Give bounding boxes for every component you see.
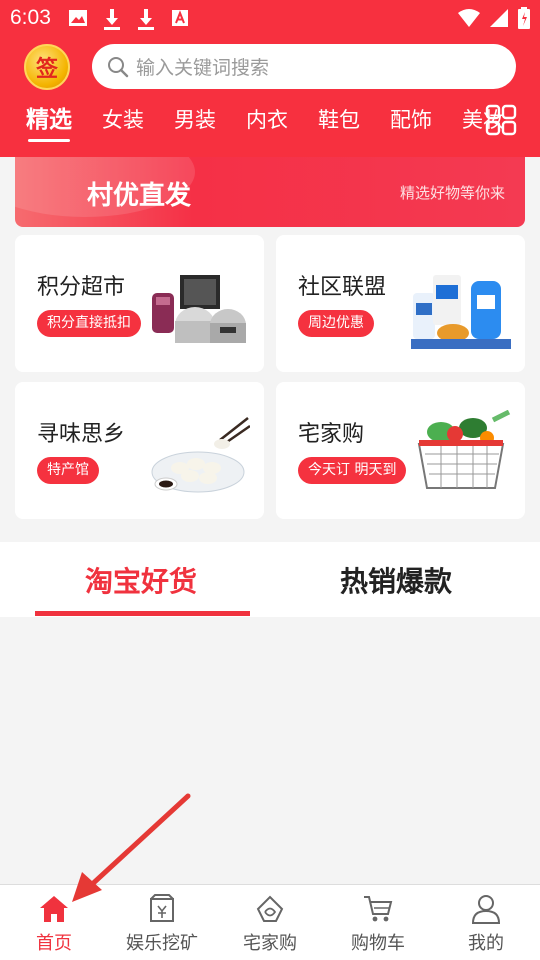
product-tabs: 淘宝好货 热销爆款 [0, 542, 540, 617]
card-tag: 积分直接抵扣 [37, 310, 141, 337]
nav-entertainment-mining[interactable]: 娱乐挖矿 [108, 885, 216, 960]
category-tab-featured[interactable]: 精选 [26, 104, 72, 142]
nav-profile[interactable]: 我的 [432, 885, 540, 960]
card-title: 积分超市 [37, 275, 126, 300]
banner-title: 村优直发 [87, 181, 192, 211]
nav-label: 娱乐挖矿 [126, 933, 198, 954]
nav-home[interactable]: 首页 [0, 885, 108, 960]
nav-stay-home-shopping[interactable]: 宅家购 [216, 885, 324, 960]
cart-icon [364, 896, 393, 922]
card-tag: 特产馆 [37, 457, 99, 484]
search-bar[interactable]: 输入关键词搜索 [92, 44, 516, 89]
nav-cart[interactable]: 购物车 [324, 885, 432, 960]
card-title: 寻味思乡 [37, 422, 126, 447]
category-tab-women[interactable]: 女装 [102, 104, 144, 142]
download-icon [138, 9, 154, 30]
tab-hot-sellers[interactable]: 热销爆款 [340, 560, 452, 600]
search-input[interactable]: 输入关键词搜索 [136, 53, 269, 80]
vegetable-basket-image [417, 410, 511, 489]
grid-menu-icon[interactable] [485, 104, 517, 136]
category-tab-men[interactable]: 男装 [174, 104, 216, 142]
status-notification-icons [68, 8, 190, 30]
nav-label: 宅家购 [243, 933, 297, 954]
nav-label: 购物车 [351, 933, 405, 954]
category-tab-underwear[interactable]: 内衣 [246, 104, 288, 142]
download-icon [104, 9, 120, 30]
dumplings-image [151, 417, 250, 493]
header: 6:03 签 输入关键词搜索 精选 女装 男装 内衣 鞋包 配饰 美妆 [0, 0, 540, 157]
status-system-icons [458, 7, 530, 29]
mining-bag-icon [150, 894, 174, 922]
card-points-market[interactable]: 积分超市 积分直接抵扣 [15, 235, 264, 372]
promo-banner[interactable]: 村优直发 精选好物等你来 [15, 157, 525, 227]
search-icon [108, 56, 129, 77]
battery-icon [518, 7, 530, 29]
groceries-image [411, 275, 511, 349]
bottom-navigation: 首页 娱乐挖矿 宅家购 购物车 我的 [0, 884, 540, 960]
home-icon [40, 896, 68, 922]
card-title: 社区联盟 [298, 275, 387, 300]
app-a-icon [172, 10, 188, 26]
card-stay-home-shopping[interactable]: 宅家购 今天订 明天到 [276, 382, 525, 519]
status-time: 6:03 [10, 6, 51, 29]
home-shop-icon [256, 895, 284, 922]
active-tab-indicator [35, 611, 250, 616]
nav-label: 首页 [36, 933, 72, 954]
card-title: 宅家购 [298, 422, 365, 447]
user-icon [471, 895, 501, 924]
sign-in-badge[interactable]: 签 [24, 44, 70, 90]
signal-icon [490, 9, 508, 27]
appliances-image [152, 275, 246, 343]
category-tabs: 精选 女装 男装 内衣 鞋包 配饰 美妆 [26, 104, 534, 142]
sign-in-label: 签 [35, 57, 58, 82]
image-icon [69, 10, 87, 26]
category-tab-accessories[interactable]: 配饰 [390, 104, 432, 142]
category-tab-shoes-bags[interactable]: 鞋包 [318, 104, 360, 142]
nav-label: 我的 [468, 933, 504, 954]
tab-taobao-goods[interactable]: 淘宝好货 [85, 560, 197, 600]
banner-subtitle: 精选好物等你来 [399, 184, 505, 202]
wifi-icon [458, 9, 480, 27]
card-tag: 周边优惠 [298, 310, 374, 337]
status-bar: 6:03 [0, 0, 540, 36]
card-community-alliance[interactable]: 社区联盟 周边优惠 [276, 235, 525, 372]
card-hometown-taste[interactable]: 寻味思乡 特产馆 [15, 382, 264, 519]
card-tag: 今天订 明天到 [298, 457, 407, 484]
